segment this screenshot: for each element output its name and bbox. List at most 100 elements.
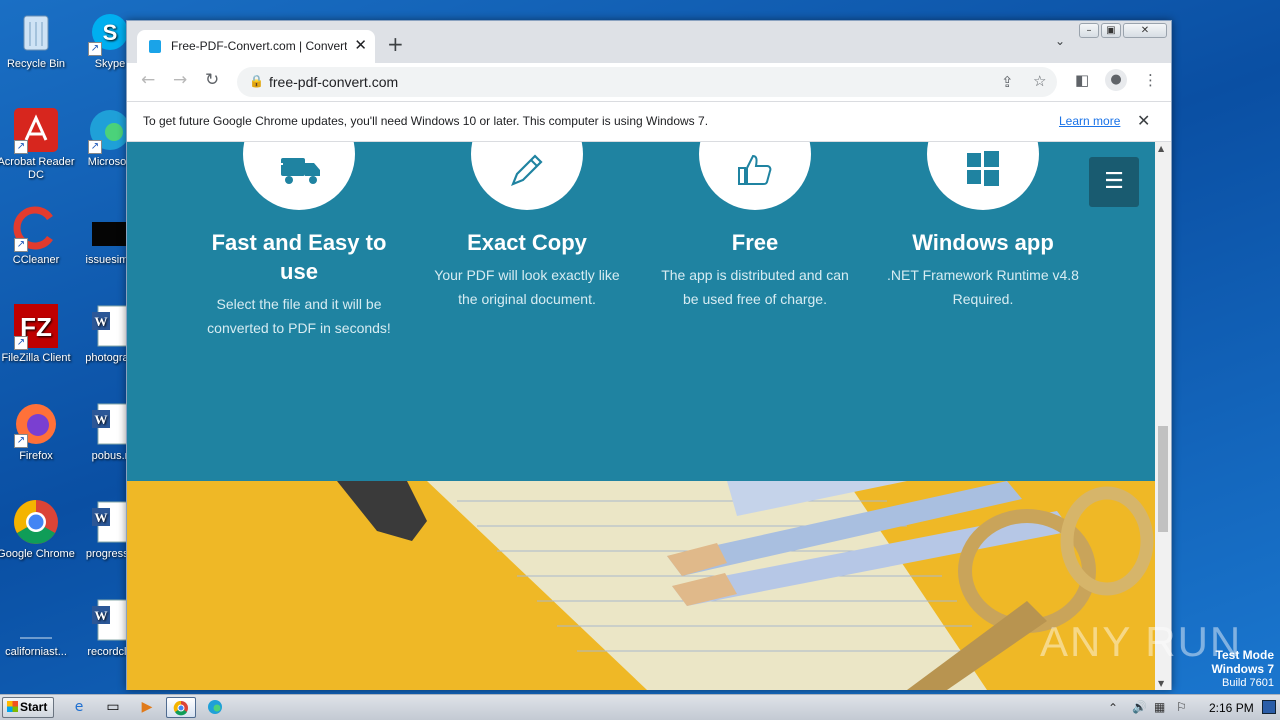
feature-title: Windows app	[912, 230, 1054, 255]
favicon-icon	[149, 40, 161, 53]
shortcut-arrow-icon: ↗	[88, 42, 102, 56]
features-section: Fast and Easy to use Select the file and…	[127, 142, 1155, 481]
feature-card: Exact Copy Your PDF will look exactly li…	[427, 142, 627, 311]
start-label: Start	[20, 700, 48, 714]
desktop-icon-acrobat[interactable]: ↗ Acrobat Reader DC	[0, 106, 76, 182]
desktop-icon-label: Firefox	[19, 450, 53, 462]
tab-search-chevron-icon[interactable]: ⌄	[1055, 34, 1065, 48]
url-text[interactable]: free-pdf-convert.com	[269, 74, 398, 90]
desktop-icon-ccleaner[interactable]: ↗ CCleaner	[0, 204, 76, 267]
feature-description: .NET Framework Runtime v4.8 Required.	[887, 267, 1079, 307]
feature-circle	[927, 142, 1039, 210]
bookmark-star-icon[interactable]: ☆	[1033, 72, 1046, 90]
shortcut-arrow-icon: ↗	[88, 140, 102, 154]
profile-avatar-icon[interactable]: ●	[1105, 69, 1127, 91]
address-bar[interactable]: 🔒 free-pdf-convert.com ⇪ ☆	[237, 67, 1057, 97]
start-button[interactable]: Start	[2, 697, 54, 718]
feature-circle	[471, 142, 583, 210]
desk-supplies-illustration	[337, 481, 1154, 690]
scroll-down-arrow-icon[interactable]: ▼	[1158, 679, 1164, 688]
close-tab-icon[interactable]: ✕	[354, 36, 367, 54]
taskbar-ie-icon[interactable]: e	[64, 697, 94, 718]
desktop-icon-recycle-bin[interactable]: Recycle Bin	[0, 8, 76, 71]
test-mode-notice: Test Mode Windows 7 Build 7601	[1211, 648, 1274, 690]
back-button[interactable]: ←	[141, 70, 155, 90]
feature-card: Free The app is distributed and can be u…	[655, 142, 855, 311]
tab-title: Free-PDF-Convert.com | Convert hu	[171, 39, 347, 53]
desktop-icon-label: Acrobat Reader DC	[0, 156, 75, 181]
feature-title: Free	[731, 230, 779, 255]
build-label: Build 7601	[1222, 677, 1274, 689]
volume-icon[interactable]: 🔊	[1132, 700, 1147, 714]
reload-button[interactable]: ↻	[205, 70, 219, 90]
browser-toolbar: ← → ↻ 🔒 free-pdf-convert.com ⇪ ☆ ◧ ● ⋮	[127, 63, 1171, 101]
desktop-icon-label: Google Chrome	[0, 548, 75, 560]
close-infobar-icon[interactable]: ✕	[1137, 111, 1150, 130]
pencil-icon	[511, 154, 543, 186]
desktop-icon-chrome[interactable]: Google Chrome	[0, 498, 76, 561]
shortcut-arrow-icon: ↗	[14, 238, 28, 252]
share-icon[interactable]: ⇪	[1001, 73, 1014, 91]
feature-description: The app is distributed and can be used f…	[661, 267, 849, 307]
hamburger-menu-button[interactable]: ☰	[1089, 157, 1139, 207]
new-tab-button[interactable]: +	[387, 32, 404, 56]
taskbar-explorer-icon[interactable]: ▭	[98, 697, 128, 718]
feature-description: Your PDF will look exactly like the orig…	[434, 267, 620, 307]
lock-icon[interactable]: 🔒	[249, 74, 264, 88]
desktop-icon-label: CCleaner	[12, 254, 60, 266]
ccleaner-icon: ↗	[12, 204, 60, 252]
svg-text:W: W	[95, 314, 108, 329]
recycle-bin-icon	[12, 8, 60, 56]
tab-strip: Free-PDF-Convert.com | Convert hu ✕ + ⌄ …	[127, 21, 1171, 63]
desktop-icon-label: californiast...	[5, 646, 67, 658]
hero-photo	[127, 481, 1155, 690]
svg-text:S: S	[103, 20, 118, 45]
update-infobar: To get future Google Chrome updates, you…	[127, 101, 1171, 142]
thumbs-up-icon	[738, 154, 772, 185]
windows-flag-icon	[7, 701, 18, 712]
clock[interactable]: 2:16 PM	[1209, 701, 1254, 715]
windows-icon	[967, 151, 999, 186]
desktop-icon-label: FileZilla Client	[1, 352, 71, 364]
action-center-flag-icon[interactable]: ⚐	[1176, 700, 1187, 714]
page-scrollbar[interactable]: ▲ ▼	[1155, 142, 1171, 690]
close-window-button[interactable]: ✕	[1123, 23, 1167, 38]
browser-tab[interactable]: Free-PDF-Convert.com | Convert hu ✕	[137, 30, 375, 63]
feature-title: Fast and Easy to use	[211, 230, 387, 284]
file-icon	[12, 596, 60, 644]
minimize-button[interactable]: –	[1079, 23, 1099, 38]
more-menu-icon[interactable]: ⋮	[1143, 71, 1158, 89]
taskbar: Start e ▭ ▶ ⌃ 🔊 ▦ ⚐ 2:16 PM	[0, 694, 1280, 720]
test-mode-label: Test Mode	[1215, 648, 1274, 662]
desktop-icon-firefox[interactable]: ↗ Firefox	[0, 400, 76, 463]
desktop-icon-filezilla[interactable]: FZ ↗ FileZilla Client	[0, 302, 76, 365]
desktop-icon-californiast[interactable]: californiast...	[0, 596, 76, 659]
filezilla-icon: FZ ↗	[12, 302, 60, 350]
feature-title: Exact Copy	[467, 230, 587, 255]
shortcut-arrow-icon: ↗	[14, 434, 28, 448]
feature-card: Fast and Easy to use Select the file and…	[199, 142, 399, 340]
network-icon[interactable]: ▦	[1154, 700, 1165, 714]
chrome-window: Free-PDF-Convert.com | Convert hu ✕ + ⌄ …	[126, 20, 1172, 690]
taskbar-edge-icon[interactable]	[200, 697, 230, 718]
maximize-button[interactable]: ▣	[1101, 23, 1121, 38]
svg-text:W: W	[95, 510, 108, 525]
learn-more-link[interactable]: Learn more	[1059, 114, 1120, 128]
side-panel-icon[interactable]: ◧	[1075, 71, 1089, 89]
feature-circle	[243, 142, 355, 210]
scrollbar-thumb[interactable]	[1158, 426, 1168, 532]
shortcut-arrow-icon: ↗	[14, 336, 28, 350]
feature-card: Windows app .NET Framework Runtime v4.8 …	[883, 142, 1083, 311]
forward-button[interactable]: →	[173, 70, 187, 90]
svg-text:W: W	[95, 608, 108, 623]
firefox-icon: ↗	[12, 400, 60, 448]
scroll-up-arrow-icon[interactable]: ▲	[1158, 144, 1164, 153]
tray-expand-icon[interactable]: ⌃	[1108, 701, 1118, 715]
taskbar-media-player-icon[interactable]: ▶	[132, 697, 162, 718]
show-desktop-icon[interactable]	[1262, 700, 1276, 714]
svg-text:W: W	[95, 412, 108, 427]
feature-circle	[699, 142, 811, 210]
truck-icon	[277, 158, 320, 184]
taskbar-chrome-icon[interactable]	[166, 697, 196, 718]
desktop-icon-label: Recycle Bin	[6, 58, 66, 70]
